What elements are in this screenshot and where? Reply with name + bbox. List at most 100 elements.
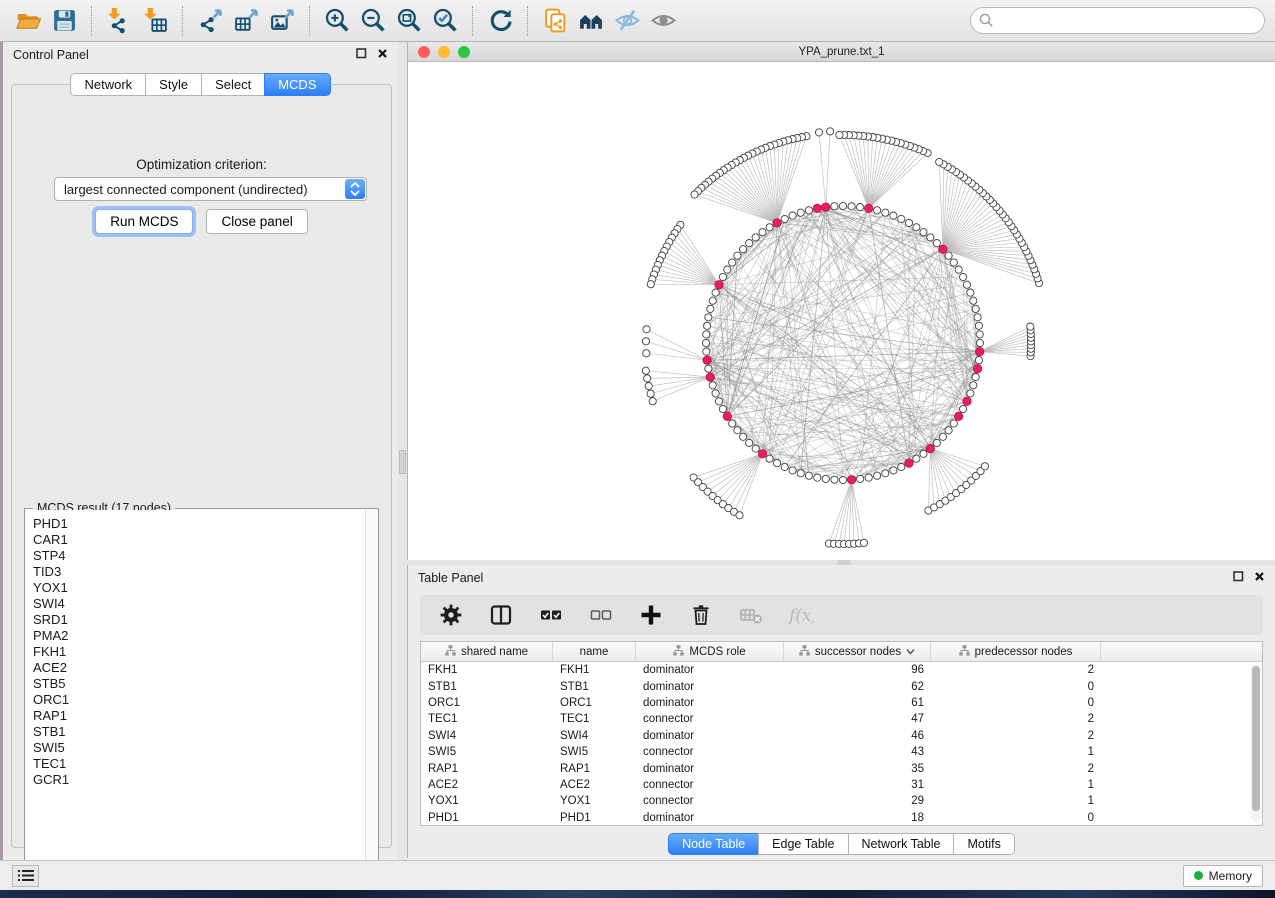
column-header-successor-nodes[interactable]: successor nodes [784,642,931,661]
svg-text:f(x): f(x) [788,606,814,626]
main-toolbar [0,0,1275,42]
add-row-icon[interactable] [638,602,664,628]
table-row[interactable]: ACE2ACE2connector311 [421,777,1262,793]
gear-icon[interactable] [438,602,464,628]
mcds-result-item[interactable]: SRD1 [33,612,365,628]
cell-name: SWI4 [553,730,636,742]
mcds-result-item[interactable]: PHD1 [33,516,365,532]
zoom-fit-icon[interactable] [391,4,427,38]
mcds-result-item[interactable]: YOX1 [33,580,365,596]
mcds-result-item[interactable]: ACE2 [33,660,365,676]
table-row[interactable]: STB1STB1dominator620 [421,678,1262,694]
table-row[interactable]: ORC1ORC1dominator610 [421,695,1262,711]
deselect-checks-icon[interactable] [588,602,614,628]
export-network-icon[interactable] [192,4,228,38]
export-table-icon[interactable] [228,4,264,38]
task-history-button[interactable] [12,865,39,887]
tab-network[interactable]: Network [70,73,146,96]
mcds-result-list[interactable]: PHD1CAR1STP4TID3YOX1SWI4SRD1PMA2FKH1ACE2… [26,510,365,878]
desktop-background-strip [0,890,1275,898]
optimization-criterion-label: Optimization criterion: [12,157,391,172]
mcds-result-item[interactable]: GCR1 [33,772,365,788]
float-icon[interactable] [1233,569,1244,587]
mcds-result-item[interactable]: SWI4 [33,596,365,612]
first-neighbors-icon[interactable] [573,4,609,38]
tab-select[interactable]: Select [201,73,265,96]
table-row[interactable]: PHD1PHD1dominator180 [421,810,1262,826]
mcds-result-item[interactable]: RAP1 [33,708,365,724]
tab-edge-table[interactable]: Edge Table [758,833,848,855]
table-row[interactable]: SWI5SWI5connector431 [421,744,1262,760]
tab-mcds[interactable]: MCDS [264,73,330,96]
import-table-icon[interactable] [137,4,173,38]
sort-desc-icon [906,646,915,658]
select-all-checks-icon[interactable] [538,602,564,628]
criterion-dropdown[interactable]: largest connected component (undirected) [54,177,367,201]
column-header-MCDS-role[interactable]: MCDS role [636,642,784,661]
vertical-splitter[interactable] [398,42,407,860]
table-scrollbar[interactable] [1251,664,1261,822]
close-icon[interactable] [1254,569,1265,587]
column-header-predecessor-nodes[interactable]: predecessor nodes [931,642,1101,661]
save-icon[interactable] [46,4,82,38]
table-row[interactable]: SWI4SWI4dominator462 [421,728,1262,744]
column-type-icon [673,645,684,659]
hide-selected-icon[interactable] [609,4,645,38]
search-input[interactable] [970,7,1265,34]
show-all-icon[interactable] [645,4,681,38]
split-columns-icon[interactable] [488,602,514,628]
zoom-out-icon[interactable] [355,4,391,38]
memory-button[interactable]: Memory [1183,865,1263,887]
zoom-in-icon[interactable] [319,4,355,38]
network-graph-canvas[interactable] [408,62,1275,560]
tab-style[interactable]: Style [145,73,202,96]
mcds-result-item[interactable]: STP4 [33,548,365,564]
zoom-selected-icon[interactable] [427,4,463,38]
close-traffic-light[interactable] [418,46,430,58]
cell-successor-nodes: 96 [784,664,931,676]
cell-MCDS-role: dominator [636,664,784,676]
mcds-result-item[interactable]: TID3 [33,564,365,580]
cell-name: RAP1 [553,763,636,775]
export-image-icon[interactable] [264,4,300,38]
apply-layout-icon[interactable] [482,4,518,38]
dropdown-stepper-icon [345,179,365,199]
import-network-icon[interactable] [101,4,137,38]
run-mcds-button[interactable]: Run MCDS [95,209,193,234]
cell-name: YOX1 [553,795,636,807]
column-header-shared-name[interactable]: shared name [421,642,553,661]
mcds-result-item[interactable]: ORC1 [33,692,365,708]
control-panel-titlebar: Control Panel [3,42,398,68]
mcds-result-item[interactable]: FKH1 [33,644,365,660]
tab-network-table[interactable]: Network Table [848,833,955,855]
table-row[interactable]: FKH1FKH1dominator962 [421,662,1262,678]
cell-predecessor-nodes: 0 [931,812,1101,824]
new-network-from-selection-icon[interactable] [537,4,573,38]
mcds-result-item[interactable]: TEC1 [33,756,365,772]
table-row[interactable]: TEC1TEC1connector472 [421,711,1262,727]
close-icon[interactable] [377,46,388,64]
table-row[interactable]: RAP1RAP1dominator352 [421,760,1262,776]
open-icon[interactable] [10,4,46,38]
close-panel-button[interactable]: Close panel [206,209,307,234]
tab-node-table[interactable]: Node Table [668,833,759,855]
minimize-traffic-light[interactable] [438,46,450,58]
mcds-result-item[interactable]: SWI5 [33,740,365,756]
maximize-traffic-light[interactable] [458,46,470,58]
mcds-result-item[interactable]: STB5 [33,676,365,692]
column-header-name[interactable]: name [553,642,636,661]
mcds-result-item[interactable]: PMA2 [33,628,365,644]
delete-row-icon[interactable] [688,602,714,628]
function-builder-icon: f(x) [788,602,814,628]
cell-shared-name: PHD1 [421,812,553,824]
mcds-result-item[interactable]: CAR1 [33,532,365,548]
table-row[interactable]: YOX1YOX1connector291 [421,793,1262,809]
network-window-titlebar[interactable]: YPA_prune.txt_1 [408,42,1275,62]
tab-motifs[interactable]: Motifs [953,833,1014,855]
float-icon[interactable] [356,46,367,64]
app-window: Control Panel Optimization criterion: la… [0,0,1275,898]
mcds-list-scrollbar[interactable] [365,510,377,878]
cell-MCDS-role: dominator [636,763,784,775]
mcds-result-item[interactable]: STB1 [33,724,365,740]
cell-predecessor-nodes: 0 [931,697,1101,709]
